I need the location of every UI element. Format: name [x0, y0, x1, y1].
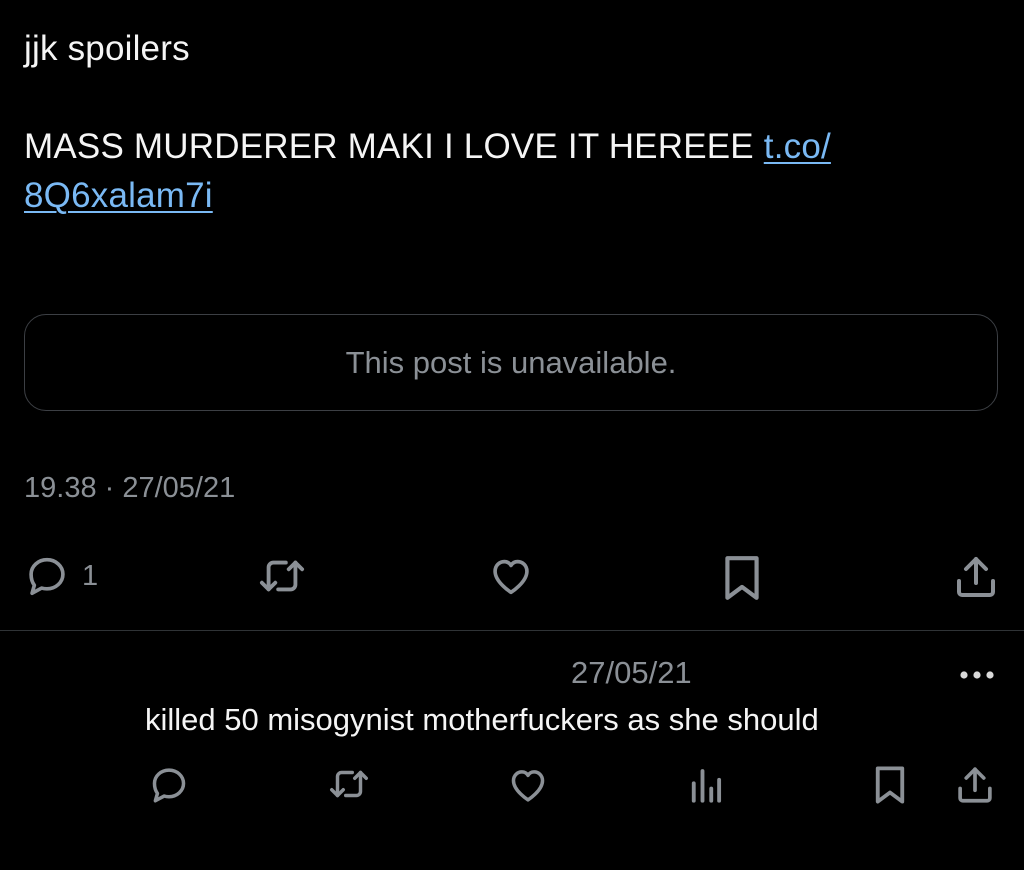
post-text-blank-line [24, 73, 984, 122]
quoted-post-unavailable-text: This post is unavailable. [345, 344, 677, 380]
reply-button[interactable]: 1 [24, 553, 98, 599]
share-icon [958, 767, 992, 803]
post-action-bar: 1 [24, 553, 1000, 605]
retweet-icon [330, 770, 368, 798]
post-link-part-1[interactable]: t.co/ [764, 127, 831, 166]
share-icon [957, 557, 995, 597]
reply-reply-button[interactable] [148, 764, 190, 806]
reply-action-bar [148, 764, 998, 808]
post-timestamp[interactable]: 19.38 · 27/05/21 [24, 472, 235, 505]
views-icon [691, 769, 722, 803]
reply-retweet-button[interactable] [326, 764, 372, 804]
reply-icon [152, 768, 186, 803]
quoted-post-card[interactable]: This post is unavailable. [24, 314, 998, 411]
post-text-line-2: MASS MURDERER MAKI I LOVE IT HEREEE t.co… [24, 122, 984, 171]
post-link-part-2[interactable]: 8Q6xalam7i [24, 176, 213, 215]
bookmark-icon [875, 766, 905, 804]
post-divider [0, 630, 1024, 631]
reply-icon [29, 557, 65, 596]
reply-views-button[interactable] [688, 764, 724, 806]
reply-text: killed 50 misogynist motherfuckers as sh… [145, 702, 819, 737]
retweet-icon [259, 560, 305, 592]
share-button[interactable] [952, 553, 1000, 601]
like-button[interactable] [487, 553, 535, 599]
bookmark-button[interactable] [721, 553, 763, 603]
post-text: jjk spoilers MASS MURDERER MAKI I LOVE I… [24, 24, 984, 220]
post-text-body: MASS MURDERER MAKI I LOVE IT HEREEE [24, 127, 764, 166]
bookmark-icon [725, 556, 759, 600]
like-icon [511, 770, 545, 802]
reply-date[interactable]: 27/05/21 [571, 655, 692, 691]
like-icon [493, 559, 529, 595]
reply-like-button[interactable] [506, 764, 550, 806]
reply-bookmark-button[interactable] [872, 764, 908, 806]
more-options-icon[interactable] [958, 665, 996, 685]
post-text-line-3: 8Q6xalam7i [24, 171, 984, 220]
reply-count: 1 [82, 559, 99, 592]
post-text-line-1: jjk spoilers [24, 29, 190, 68]
reply-share-button[interactable] [954, 764, 996, 806]
retweet-button[interactable] [255, 553, 309, 599]
